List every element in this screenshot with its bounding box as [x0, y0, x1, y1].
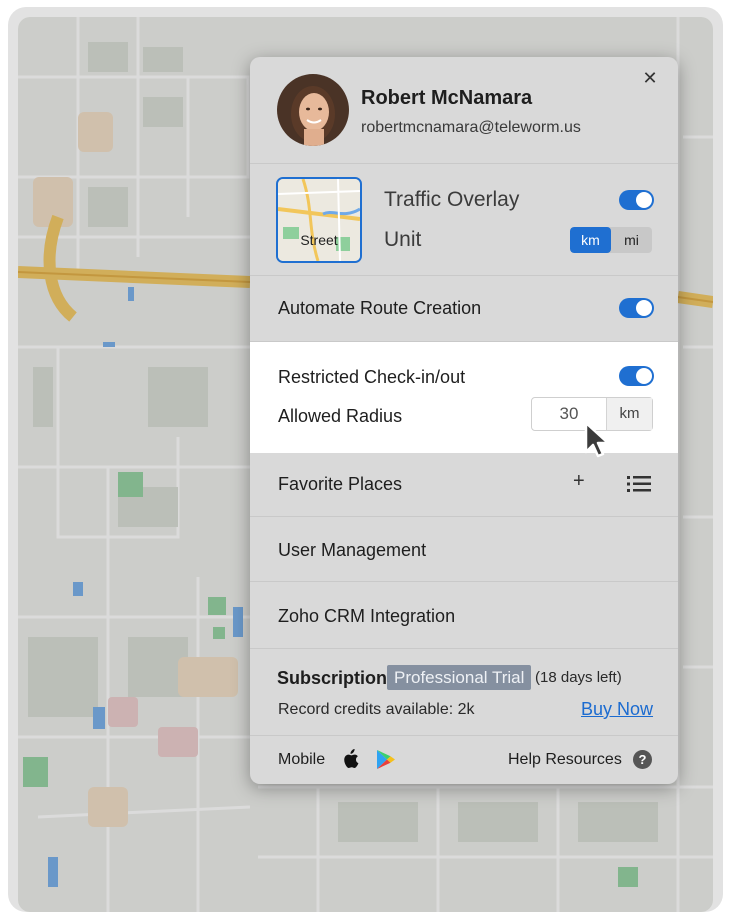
traffic-overlay-label: Traffic Overlay [384, 188, 520, 211]
user-email: robertmcnamara@teleworm.us [361, 119, 581, 136]
avatar-image [277, 74, 349, 146]
favorite-places-label: Favorite Places [278, 474, 403, 494]
automate-route-label: Automate Route Creation [278, 298, 482, 318]
user-management-item[interactable]: User Management [250, 517, 678, 582]
mobile-label: Mobile [278, 751, 326, 768]
plus-icon[interactable]: + [573, 470, 585, 493]
avatar[interactable] [277, 74, 349, 146]
map-style-label: Street [300, 232, 338, 248]
user-management-label: User Management [278, 540, 427, 560]
list-icon[interactable] [627, 475, 651, 493]
close-icon[interactable]: ✕ [639, 67, 661, 89]
profile-section: Robert McNamara robertmcnamara@teleworm.… [250, 57, 678, 164]
restricted-checkin-label: Restricted Check-in/out [278, 367, 466, 387]
unit-label: Unit [384, 228, 422, 251]
user-name: Robert McNamara [361, 87, 533, 109]
help-resources-link[interactable]: Help Resources [508, 751, 622, 769]
traffic-overlay-toggle[interactable] [619, 190, 654, 210]
zoho-crm-label: Zoho CRM Integration [278, 606, 456, 626]
buy-now-link[interactable]: Buy Now [581, 699, 653, 720]
automate-route-section: Automate Route Creation [250, 276, 678, 342]
subscription-label: Subscription [277, 668, 388, 688]
subscription-section: Subscription [250, 649, 678, 736]
help-icon[interactable]: ? [633, 750, 652, 769]
map-style-thumbnail[interactable]: Street [276, 177, 362, 263]
apple-icon[interactable] [341, 749, 359, 769]
unit-option-mi[interactable]: mi [611, 227, 652, 253]
toggle-knob [636, 192, 652, 208]
unit-switch: km mi [570, 227, 652, 253]
automate-route-toggle[interactable] [619, 298, 654, 318]
toggle-knob [636, 368, 652, 384]
trial-days-left: (18 days left) [535, 669, 622, 686]
zoho-crm-item[interactable]: Zoho CRM Integration [250, 582, 678, 649]
allowed-radius-label: Allowed Radius [278, 406, 403, 426]
settings-panel: Robert McNamara robertmcnamara@teleworm.… [250, 57, 678, 784]
play-store-icon[interactable] [376, 749, 396, 770]
restricted-checkin-toggle[interactable] [619, 366, 654, 386]
unit-option-km[interactable]: km [570, 227, 611, 253]
street-map-thumbnail-icon [278, 179, 360, 261]
toggle-knob [636, 300, 652, 316]
record-credits: Record credits available: 2k [278, 701, 475, 718]
favorite-places-section: Favorite Places + [250, 453, 678, 517]
plan-badge: Professional Trial [387, 665, 532, 690]
